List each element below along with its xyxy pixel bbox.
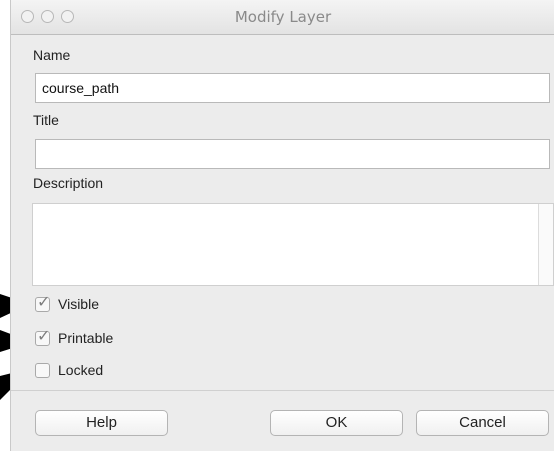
checkmark-icon: ✓ [37,325,51,345]
modify-layer-dialog: Modify Layer Name course_path Title Desc… [10,0,554,451]
window-title: Modify Layer [234,8,332,26]
description-scrollbar[interactable] [538,204,553,285]
name-field[interactable]: course_path [35,73,550,103]
visible-checkbox-row[interactable]: ✓ Visible [35,292,99,314]
description-textarea[interactable] [32,203,554,286]
cancel-button[interactable]: Cancel [416,410,549,436]
visible-label: Visible [58,296,99,312]
name-label: Name [33,47,71,63]
printable-label: Printable [58,330,114,346]
ok-button[interactable]: OK [270,410,403,436]
printable-checkbox-row[interactable]: ✓ Printable [35,326,114,348]
title-label: Title [33,112,59,128]
description-label: Description [33,175,104,191]
locked-checkbox[interactable] [35,362,50,378]
divider [11,390,554,391]
printable-checkbox[interactable]: ✓ [35,326,50,346]
visible-checkbox[interactable]: ✓ [35,292,50,312]
title-bar: Modify Layer [11,0,554,35]
checkmark-icon: ✓ [37,291,51,311]
locked-checkbox-row[interactable]: Locked [35,360,103,380]
help-button[interactable]: Help [35,410,168,436]
locked-label: Locked [58,362,104,378]
title-field[interactable] [35,139,550,169]
